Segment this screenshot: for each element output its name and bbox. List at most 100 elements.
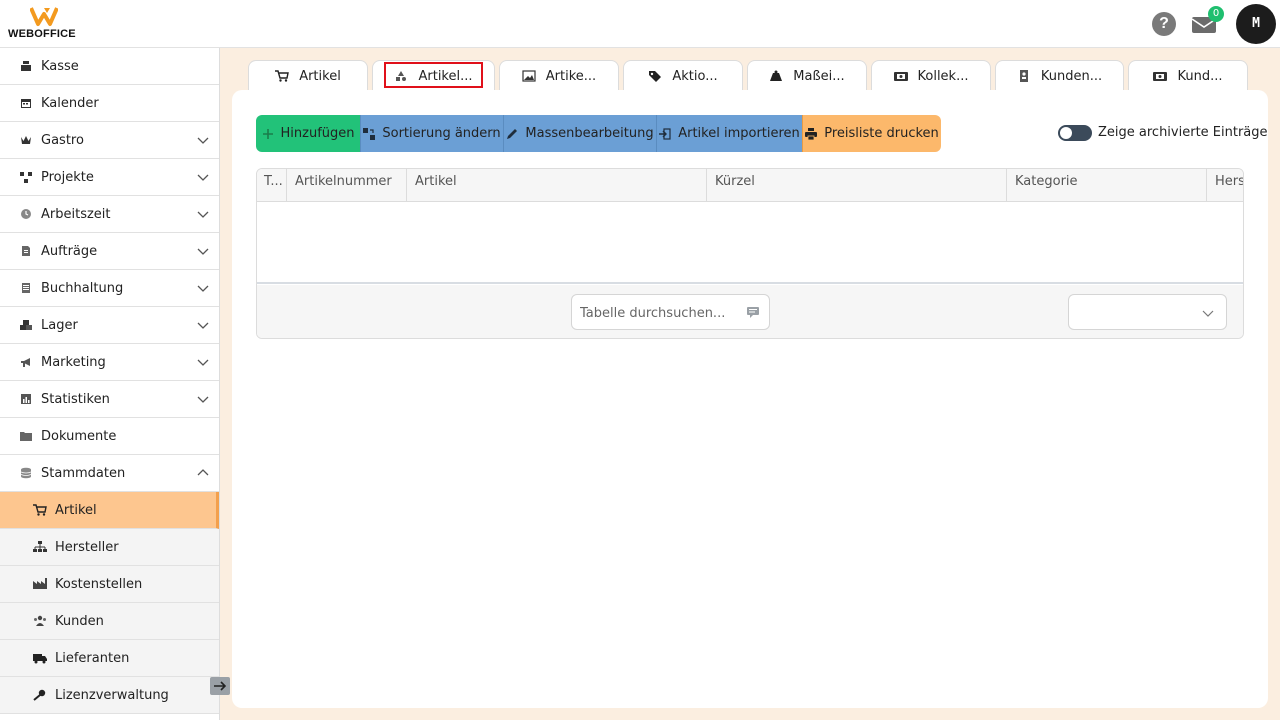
table-header: T... Artikelnummer Artikel Kürzel Katego… [257, 169, 1243, 202]
tab-kollektionen[interactable]: Kollek... [871, 60, 991, 91]
page-size-select[interactable] [1068, 294, 1227, 330]
sidebar-subitem-label: Kostenstellen [55, 576, 143, 592]
collection-icon [1153, 70, 1168, 82]
chevron-down-icon [197, 137, 209, 144]
chevron-down-icon [197, 359, 209, 366]
sidebar-item-dokumente[interactable]: Dokumente [0, 418, 219, 455]
boxes-icon [20, 319, 32, 331]
sidebar-item-marketing[interactable]: Marketing [0, 344, 219, 381]
arrow-right-icon [214, 681, 227, 691]
sidebar-subitem-label: Lieferanten [55, 650, 130, 666]
plus-icon [262, 128, 274, 140]
sidebar-item-label: Arbeitszeit [41, 206, 111, 222]
tab-kunden-preise[interactable]: Kund... [1128, 60, 1248, 91]
project-icon [20, 171, 32, 183]
column-header-type[interactable]: T... [257, 169, 287, 202]
industry-icon [33, 578, 47, 590]
truck-icon [33, 652, 47, 664]
sort-icon [363, 127, 376, 140]
column-header-kuerzel[interactable]: Kürzel [707, 169, 1007, 202]
chevron-down-icon [197, 396, 209, 403]
sidebar-item-stammdaten[interactable]: Stammdaten [0, 455, 219, 492]
app-name: WEBOFFICE [8, 28, 76, 40]
table-search-input[interactable] [580, 303, 740, 323]
mail-count-badge: 0 [1208, 6, 1224, 22]
app-logo[interactable]: WEBOFFICE [8, 6, 88, 44]
pencil-icon [506, 128, 518, 140]
logo-mark-icon [30, 7, 58, 26]
sidebar-subitem-label: Kunden [55, 613, 104, 629]
sidebar-item-label: Stammdaten [41, 465, 126, 481]
chevron-down-icon [1202, 310, 1214, 317]
add-button-label: Hinzufügen [280, 126, 355, 141]
sidebar-item-gastro[interactable]: Gastro [0, 122, 219, 159]
sidebar-item-auftraege[interactable]: Aufträge [0, 233, 219, 270]
table-footer [257, 285, 1243, 338]
print-pricelist-button[interactable]: Preisliste drucken [802, 115, 941, 152]
column-header-artikelnummer[interactable]: Artikelnummer [287, 169, 407, 202]
hierarchy-icon [33, 541, 47, 553]
clock-icon [20, 208, 32, 220]
import-button-label: Artikel importieren [678, 126, 800, 141]
sidebar-subitem-artikel[interactable]: Artikel [0, 492, 219, 529]
archive-toggle[interactable] [1058, 125, 1092, 141]
sidebar-item-lager[interactable]: Lager [0, 307, 219, 344]
user-avatar[interactable]: M [1236, 4, 1276, 44]
top-bar: WEBOFFICE ? 0 M [0, 0, 1280, 48]
tab-artikel-images[interactable]: Artike... [499, 60, 619, 91]
sidebar-item-label: Lager [41, 317, 78, 333]
sidebar-item-arbeitszeit[interactable]: Arbeitszeit [0, 196, 219, 233]
sidebar-subitem-label: Lizenzverwaltung [55, 687, 169, 703]
chevron-down-icon [197, 322, 209, 329]
tab-aktionen[interactable]: Aktio... [623, 60, 743, 91]
sidebar-subitem-lizenzverwaltung[interactable]: Lizenzverwaltung [0, 677, 219, 714]
sidebar-collapse-button[interactable] [210, 677, 230, 695]
sidebar-item-projekte[interactable]: Projekte [0, 159, 219, 196]
tab-masseinheiten[interactable]: Maßei... [747, 60, 867, 91]
image-icon [522, 70, 536, 82]
bulk-edit-button[interactable]: Massenbearbeitung [503, 115, 656, 152]
sidebar-item-label: Kasse [41, 58, 79, 74]
sidebar-subitem-label: Artikel [55, 502, 97, 518]
tab-label: Kunden... [1040, 68, 1103, 84]
sidebar: Kasse Kalender Gastro Projekte Arbeitsze… [0, 48, 220, 720]
sidebar-subitem-hersteller[interactable]: Hersteller [0, 529, 219, 566]
table-search-field[interactable] [571, 294, 770, 330]
chevron-down-icon [197, 285, 209, 292]
sidebar-item-label: Kalender [41, 95, 99, 111]
help-button[interactable]: ? [1152, 12, 1176, 36]
tab-artikel[interactable]: Artikel [248, 60, 368, 91]
import-icon [659, 127, 671, 140]
sidebar-item-statistiken[interactable]: Statistiken [0, 381, 219, 418]
folder-icon [20, 430, 32, 442]
bulk-edit-button-label: Massenbearbeitung [525, 126, 654, 141]
add-button[interactable]: Hinzufügen [256, 115, 360, 152]
cart-icon [275, 70, 290, 82]
chevron-down-icon [197, 174, 209, 181]
comment-icon [747, 307, 759, 318]
ledger-icon [20, 282, 32, 294]
column-header-hersteller[interactable]: Herst [1207, 169, 1243, 202]
sidebar-subitem-kunden[interactable]: Kunden [0, 603, 219, 640]
weight-icon [769, 70, 783, 82]
sidebar-item-kalender[interactable]: Kalender [0, 85, 219, 122]
tag-icon [648, 70, 662, 82]
tab-label: Kund... [1177, 68, 1223, 84]
cash-register-icon [20, 60, 32, 72]
column-header-artikel[interactable]: Artikel [407, 169, 707, 202]
tab-kunden-gruppen[interactable]: Kunden... [995, 60, 1124, 91]
sidebar-subitem-lieferanten[interactable]: Lieferanten [0, 640, 219, 677]
tab-label: Kollek... [917, 68, 969, 84]
sort-button[interactable]: Sortierung ändern [360, 115, 503, 152]
column-header-kategorie[interactable]: Kategorie [1007, 169, 1207, 202]
sort-button-label: Sortierung ändern [382, 126, 501, 141]
sidebar-item-kasse[interactable]: Kasse [0, 48, 219, 85]
sidebar-subitem-kostenstellen[interactable]: Kostenstellen [0, 566, 219, 603]
chart-icon [20, 393, 32, 405]
sidebar-item-label: Projekte [41, 169, 94, 185]
megaphone-icon [20, 356, 32, 368]
sidebar-item-label: Aufträge [41, 243, 98, 259]
chevron-down-icon [197, 211, 209, 218]
import-button[interactable]: Artikel importieren [656, 115, 802, 152]
sidebar-item-buchhaltung[interactable]: Buchhaltung [0, 270, 219, 307]
